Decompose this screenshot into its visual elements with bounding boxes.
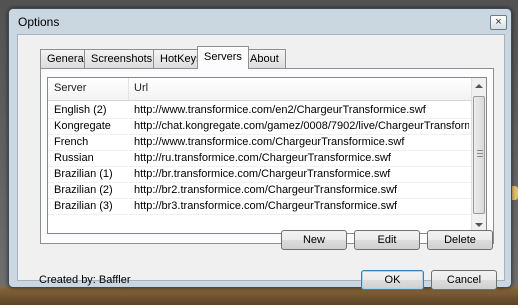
close-icon[interactable]: ×: [490, 15, 507, 30]
server-url: http://br.transformice.com/ChargeurTrans…: [134, 168, 391, 180]
grip-line: [477, 153, 483, 154]
server-url: http://br3.transformice.com/ChargeurTran…: [134, 200, 398, 212]
table-row[interactable]: Brazilian (2) http://br2.transformice.co…: [48, 182, 471, 199]
server-name: Russian: [54, 152, 94, 164]
server-url: http://ru.transformice.com/ChargeurTrans…: [134, 152, 391, 164]
cancel-button[interactable]: Cancel: [431, 270, 497, 290]
table-row[interactable]: Kongregate http://chat.kongregate.com/ga…: [48, 118, 471, 135]
arrow-down-icon[interactable]: [475, 223, 483, 227]
server-url: http://chat.kongregate.com/gamez/0008/79…: [134, 120, 469, 132]
tab-about[interactable]: About: [243, 49, 286, 68]
servers-list[interactable]: Server Url English (2) http://www.transf…: [47, 77, 487, 234]
edit-button[interactable]: Edit: [354, 230, 420, 250]
delete-button[interactable]: Delete: [427, 230, 493, 250]
new-button[interactable]: New: [281, 230, 347, 250]
server-url: http://www.transformice.com/en2/Chargeur…: [134, 104, 426, 116]
column-header-server[interactable]: Server: [54, 82, 86, 94]
column-divider[interactable]: [128, 78, 129, 100]
servers-tab-panel: Server Url English (2) http://www.transf…: [40, 68, 494, 244]
grip-line: [477, 150, 483, 151]
tab-servers[interactable]: Servers: [197, 46, 249, 69]
tab-screenshots[interactable]: Screenshots: [84, 49, 160, 68]
window-title: Options: [18, 15, 60, 29]
table-row[interactable]: English (2) http://www.transformice.com/…: [48, 102, 471, 119]
server-url: http://br2.transformice.com/ChargeurTran…: [134, 184, 398, 196]
server-name: Brazilian (2): [54, 184, 113, 196]
table-row[interactable]: Brazilian (1) http://br.transformice.com…: [48, 166, 471, 183]
credit-label: Created by: Baffler: [39, 274, 131, 286]
vertical-scrollbar[interactable]: [471, 78, 486, 233]
column-header-url[interactable]: Url: [134, 82, 148, 94]
server-name: Brazilian (3): [54, 200, 113, 212]
list-header: Server Url: [48, 78, 471, 101]
grip-line: [477, 156, 483, 157]
table-row[interactable]: Brazilian (3) http://br3.transformice.co…: [48, 198, 471, 215]
table-row[interactable]: Russian http://ru.transformice.com/Charg…: [48, 150, 471, 167]
table-row[interactable]: French http://www.transformice.com/Charg…: [48, 134, 471, 151]
options-dialog: Options × General Screenshots HotKeys Se…: [8, 8, 512, 290]
arrow-up-icon[interactable]: [475, 84, 483, 88]
server-name: Brazilian (1): [54, 168, 113, 180]
dialog-client-area: General Screenshots HotKeys Servers Abou…: [17, 34, 505, 290]
server-name: French: [54, 136, 89, 148]
server-name: English (2): [54, 104, 107, 116]
scrollbar-thumb[interactable]: [473, 96, 485, 214]
ok-button[interactable]: OK: [361, 270, 424, 290]
server-url: http://www.transformice.com/ChargeurTran…: [134, 136, 405, 148]
server-name: Kongregate: [54, 120, 111, 132]
